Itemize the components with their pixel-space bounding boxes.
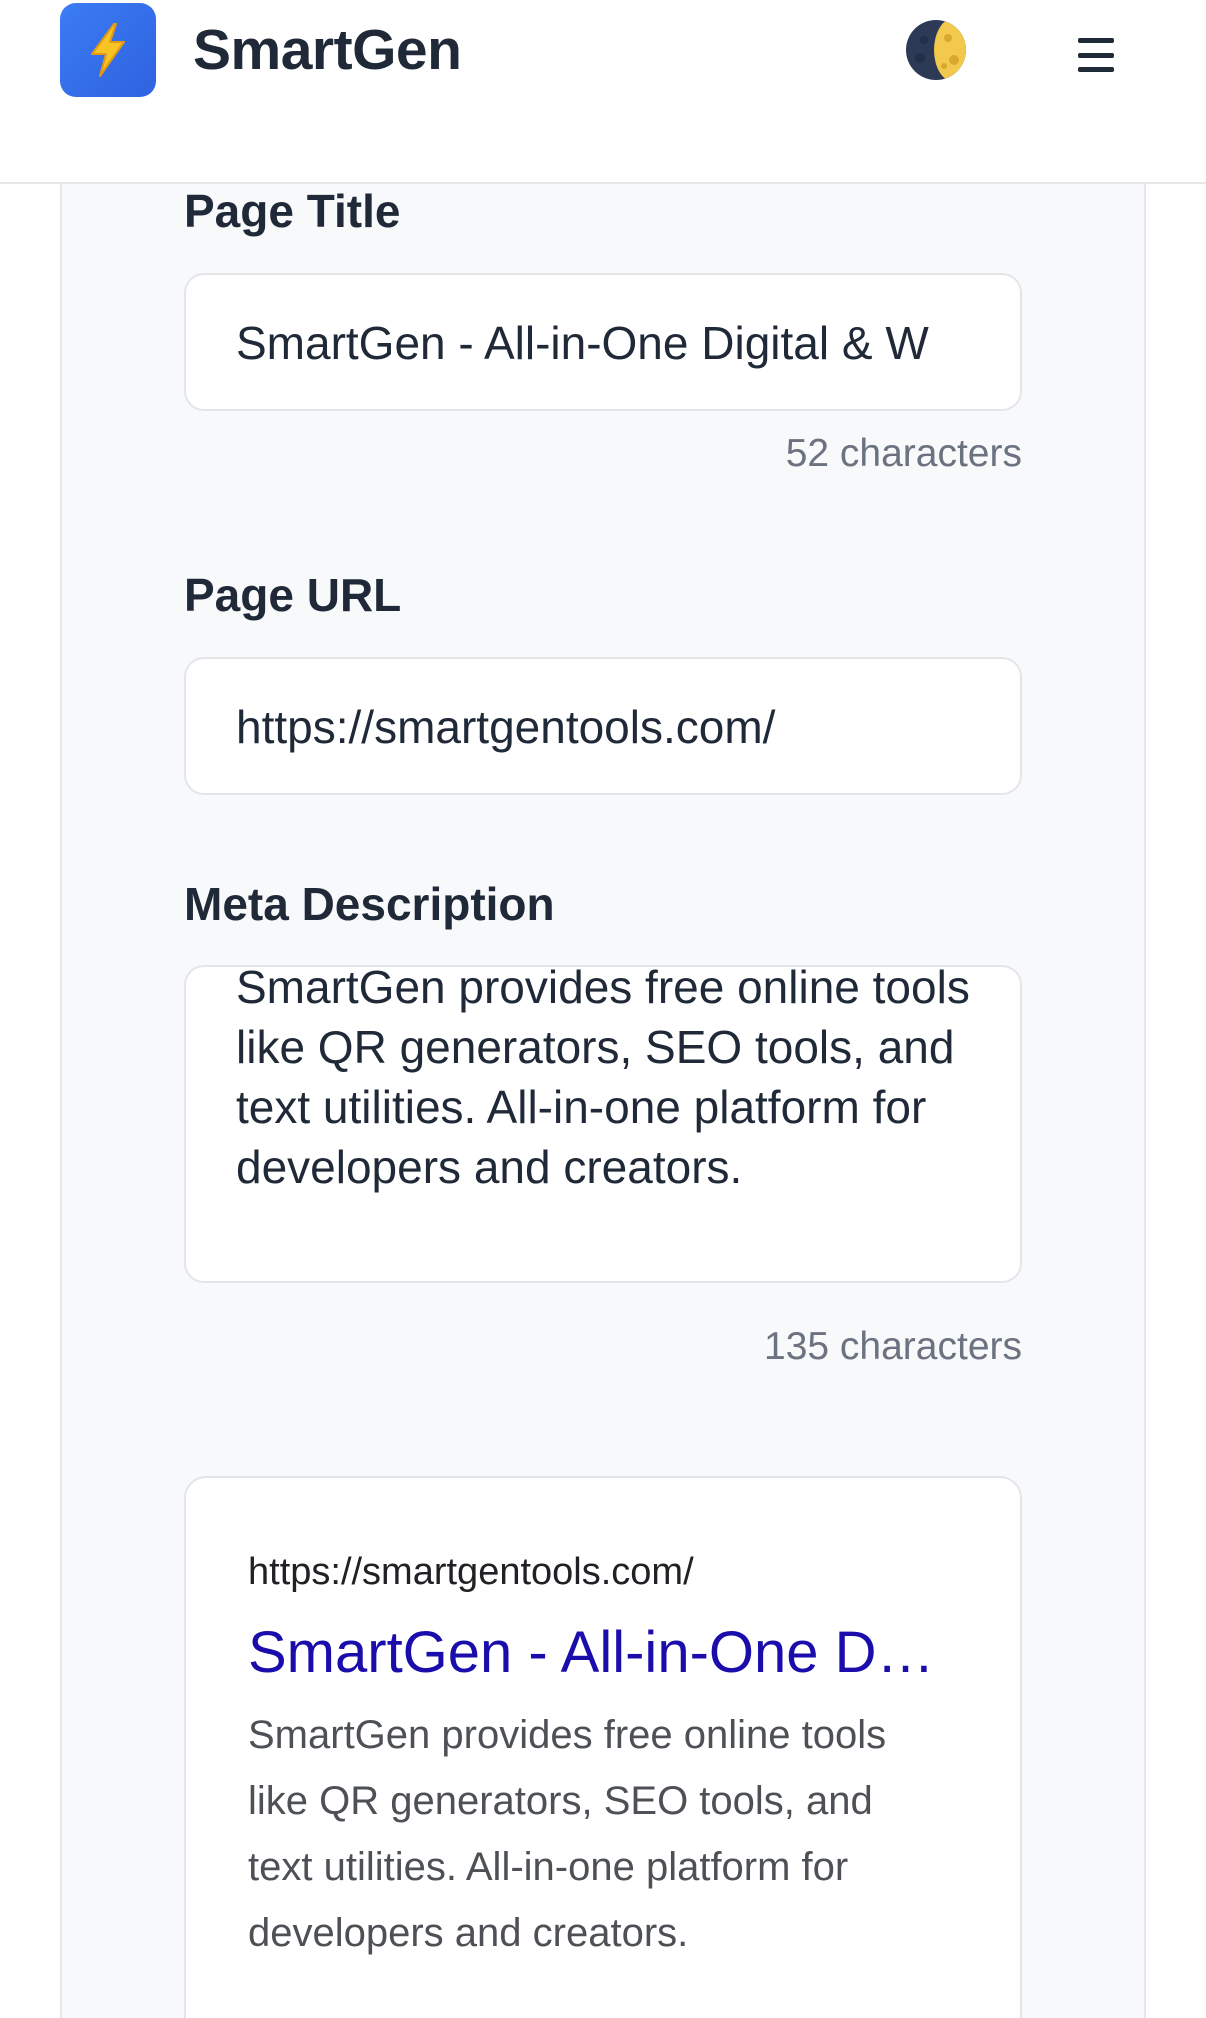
brand-name[interactable]: SmartGen [193,14,462,86]
hamburger-menu-icon[interactable] [1078,38,1114,72]
preview-title-link[interactable]: SmartGen - All-in-One D… [248,1618,968,1688]
search-preview-card: https://smartgentools.com/ SmartGen - Al… [184,1476,1022,2018]
menu-line [1078,38,1114,43]
app-header: SmartGen [0,0,1206,184]
page-url-input[interactable]: https://smartgentools.com/ [184,657,1022,795]
description-char-counter: 135 characters [764,1325,1022,1368]
theme-toggle-button[interactable] [904,18,968,82]
page-title-value: SmartGen - All-in-One Digital & W [236,317,929,369]
lightning-bolt-icon [91,23,125,77]
page-url-label: Page URL [184,569,402,621]
page-url-value: https://smartgentools.com/ [236,701,776,753]
menu-line [1078,67,1114,72]
page-title-input[interactable]: SmartGen - All-in-One Digital & W [184,273,1022,411]
logo-icon[interactable] [60,3,156,97]
preview-description: SmartGen provides free online tools like… [248,1713,887,1955]
menu-line [1078,52,1114,58]
title-char-counter: 52 characters [785,432,1022,475]
preview-url: https://smartgentools.com/ [248,1551,694,1593]
meta-description-value: SmartGen provides free online tools like… [236,965,970,1193]
page-title-label: Page Title [184,185,401,237]
moon-icon [906,20,966,80]
meta-description-label: Meta Description [184,878,555,930]
meta-description-textarea[interactable]: SmartGen provides free online tools like… [184,965,1022,1283]
